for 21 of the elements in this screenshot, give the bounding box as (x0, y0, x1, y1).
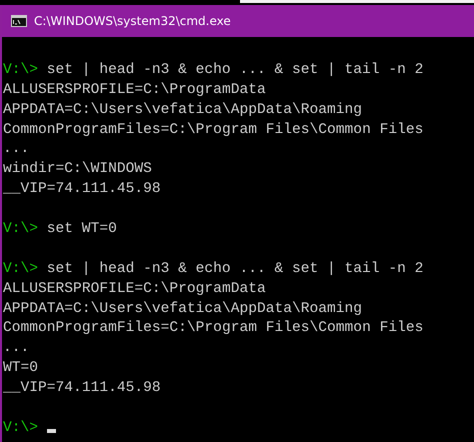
command-text: set | head -n3 & echo ... & set | tail -n 2 (46, 260, 424, 277)
prompt: V:\> (3, 420, 38, 436)
output-line: ... (3, 340, 30, 356)
output-line: __VIP=74.111.45.98 (3, 181, 161, 198)
command-text: set | head -n3 & echo ... & set | tail -n 2 (46, 62, 424, 78)
output-line: CommonProgramFiles=C:\Program Files\Common Files (3, 320, 424, 336)
prompt: V:\> (3, 221, 38, 238)
output-line: ALLUSERSPROFILE=C:\ProgramData (3, 82, 266, 98)
output-line: windir=C:\WINDOWS (3, 161, 152, 178)
output-line: APPDATA=C:\Users\vefatica\AppData\Roaming (3, 300, 362, 317)
output-line: WT=0 (3, 360, 38, 376)
prompt: V:\> (3, 260, 38, 277)
output-line: ... (3, 141, 30, 158)
output-line: CommonProgramFiles=C:\Program Files\Common Files (3, 122, 424, 138)
terminal-icon (11, 15, 27, 27)
output-line: APPDATA=C:\Users\vefatica\AppData\Roaming (3, 102, 362, 118)
command-text: set WT=0 (46, 221, 117, 238)
output-line: __VIP=74.111.45.98 (3, 380, 161, 396)
window-title: C:\WINDOWS\system32\cmd.exe (34, 14, 231, 28)
prompt: V:\> (3, 62, 38, 78)
output-line: ALLUSERSPROFILE=C:\ProgramData (3, 280, 266, 297)
